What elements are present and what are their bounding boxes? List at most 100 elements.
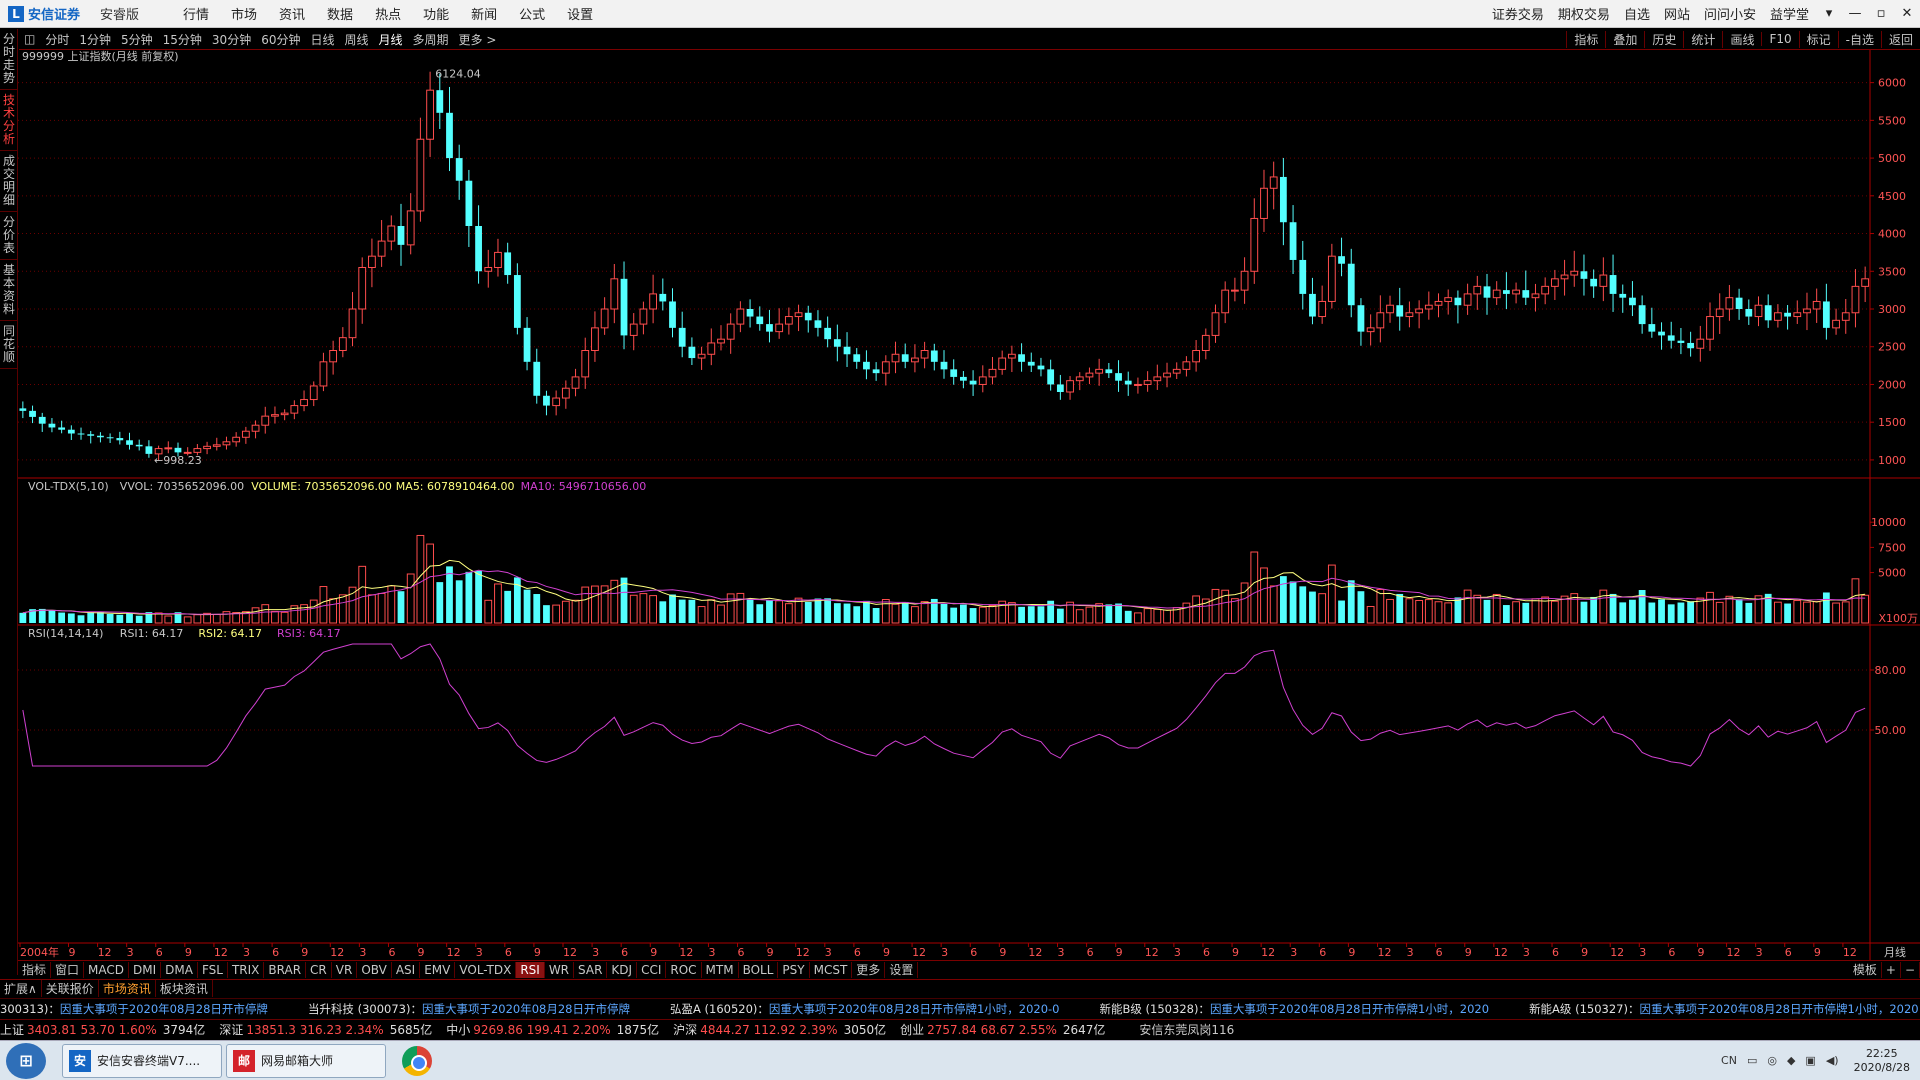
news-ticker[interactable]: 300313)：因重大事项于2020年08月28日开市停牌 当升科技 (30007… [0, 998, 1920, 1018]
indicator-tab-22[interactable]: PSY [778, 961, 810, 978]
indicator-tab-18[interactable]: CCI [637, 961, 667, 978]
period-more[interactable]: 更多 > [454, 31, 502, 48]
indicator-tab-1[interactable]: 窗口 [51, 961, 85, 978]
tool-indicator[interactable]: 指标 [1566, 30, 1605, 48]
news-item[interactable]: 300313)：因重大事项于2020年08月28日开市停牌 [0, 1002, 268, 1016]
indicator-tab-12[interactable]: EMV [420, 961, 456, 978]
restore-icon[interactable]: ▫ [1868, 6, 1894, 21]
news-item[interactable]: 当升科技 (300073)：因重大事项于2020年08月28日开市停牌 [308, 1002, 630, 1016]
indicator-tab-6[interactable]: TRIX [228, 961, 265, 978]
template-button[interactable]: 模板 [1849, 961, 1882, 978]
period-weekly[interactable]: 周线 [340, 31, 374, 48]
minimize-icon[interactable]: — [1842, 6, 1868, 21]
period-monthly[interactable]: 月线 [374, 31, 408, 48]
indicator-tab-5[interactable]: FSL [198, 961, 228, 978]
side-tab-intraday[interactable]: 分时走势 [0, 29, 18, 90]
indicator-tab-4[interactable]: DMA [161, 961, 198, 978]
period-daily[interactable]: 日线 [305, 31, 339, 48]
taskbar-app-mail[interactable]: 邮 网易邮箱大师 [226, 1043, 386, 1078]
keyboard-icon[interactable]: ▭ [1747, 1054, 1757, 1067]
indicator-tab-9[interactable]: VR [332, 961, 358, 978]
menu-info[interactable]: 资讯 [268, 4, 316, 23]
period-1min[interactable]: 1分钟 [74, 31, 116, 48]
chrome-icon[interactable] [402, 1045, 432, 1076]
menu-news[interactable]: 新闻 [460, 4, 508, 23]
menu-securities-trading[interactable]: 证券交易 [1485, 4, 1551, 23]
period-intraday[interactable]: 分时 [40, 31, 74, 48]
period-60min[interactable]: 60分钟 [256, 31, 305, 48]
side-tab-profile[interactable]: 基本资料 [0, 260, 18, 321]
news-item[interactable]: 弘盈A (160520)：因重大事项于2020年08月28日开市停牌1小时，20… [670, 1002, 1060, 1016]
period-multi[interactable]: 多周期 [408, 31, 454, 48]
menu-formula[interactable]: 公式 [508, 4, 556, 23]
indicator-tab-2[interactable]: MACD [84, 961, 130, 978]
tab-expand[interactable]: 扩展∧ [0, 980, 42, 997]
indicator-tab-7[interactable]: BRAR [264, 961, 307, 978]
volume-icon[interactable]: ◀) [1826, 1054, 1839, 1067]
tab-market-news[interactable]: 市场资讯 [99, 980, 156, 997]
tab-related-quotes[interactable]: 关联报价 [42, 980, 99, 997]
tool-overlay[interactable]: 叠加 [1605, 30, 1644, 48]
news-item[interactable]: 新能A级 (150327)：因重大事项于2020年08月28日开市停牌1小时，2… [1529, 1002, 1919, 1016]
close-icon[interactable]: ✕ [1894, 6, 1920, 21]
period-15min[interactable]: 15分钟 [158, 31, 207, 48]
news-item[interactable]: 新能B级 (150328)：因重大事项于2020年08月28日开市停牌1小时，2… [1100, 1002, 1490, 1016]
tool-history[interactable]: 历史 [1644, 30, 1683, 48]
indicator-tab-11[interactable]: ASI [392, 961, 421, 978]
security-icon[interactable]: ◆ [1787, 1054, 1795, 1067]
indicator-tab-24[interactable]: 更多 [852, 961, 886, 978]
tool-statistics[interactable]: 统计 [1683, 30, 1722, 48]
period-5min[interactable]: 5分钟 [116, 31, 158, 48]
index-quote[interactable]: 创业 2757.84 68.67 2.55% 2647亿 [900, 1021, 1105, 1038]
indicator-tab-3[interactable]: DMI [129, 961, 162, 978]
indicator-tab-8[interactable]: CR [306, 961, 332, 978]
indicator-tab-21[interactable]: BOLL [739, 961, 779, 978]
tool-drawing[interactable]: 画线 [1722, 30, 1761, 48]
side-tab-trades[interactable]: 成交明细 [0, 151, 18, 212]
index-quote[interactable]: 上证 3403.81 53.70 1.60% 3794亿 [0, 1021, 205, 1038]
start-button[interactable]: ⊞ [6, 1042, 46, 1079]
menu-learning[interactable]: 益学堂 [1763, 4, 1816, 23]
ime-icon[interactable]: ◎ [1767, 1054, 1777, 1067]
indicator-tab-20[interactable]: MTM [702, 961, 739, 978]
index-quote[interactable]: 深证 13851.3 316.23 2.34% 5685亿 [219, 1021, 432, 1038]
menu-data[interactable]: 数据 [316, 4, 364, 23]
tool-remove-watchlist[interactable]: -自选 [1837, 30, 1881, 48]
indicator-tab-15[interactable]: WR [545, 961, 575, 978]
indicator-tab-25[interactable]: 设置 [885, 961, 919, 978]
side-tab-tonghuashun[interactable]: 同花顺 [0, 321, 18, 369]
shirt-icon[interactable]: ▾ [1816, 6, 1842, 21]
menu-ask-assistant[interactable]: 问问小安 [1697, 4, 1763, 23]
zoom-out-icon[interactable]: − [1901, 961, 1920, 978]
chart-area[interactable]: 1000 1500 2000 2500 3000 3500 4000 4500 5000 5500… [18, 50, 1920, 960]
indicator-tab-16[interactable]: SAR [574, 961, 608, 978]
menu-hotspot[interactable]: 热点 [364, 4, 412, 23]
tool-f10[interactable]: F10 [1761, 32, 1798, 46]
indicator-tab-19[interactable]: ROC [666, 961, 702, 978]
side-tab-price-table[interactable]: 分价表 [0, 212, 18, 260]
tool-mark[interactable]: 标记 [1798, 30, 1838, 48]
tool-back[interactable]: 返回 [1880, 30, 1920, 48]
tab-sector-news[interactable]: 板块资讯 [156, 980, 213, 997]
taskbar-app-anxin[interactable]: 安 安信安睿终端V7.... [62, 1043, 222, 1078]
menu-quotes[interactable]: 行情 [172, 4, 220, 23]
menu-watchlist[interactable]: 自选 [1617, 4, 1657, 23]
indicator-tab-13[interactable]: VOL-TDX [455, 961, 517, 978]
menu-market[interactable]: 市场 [220, 4, 268, 23]
panel-toggle-icon[interactable]: ◫ [19, 32, 40, 46]
menu-website[interactable]: 网站 [1657, 4, 1697, 23]
indicator-tab-10[interactable]: OBV [357, 961, 392, 978]
period-30min[interactable]: 30分钟 [207, 31, 256, 48]
side-tab-technical[interactable]: 技术分析 [0, 90, 18, 151]
menu-settings[interactable]: 设置 [556, 4, 604, 23]
index-quote[interactable]: 中小 9269.86 199.41 2.20% 1875亿 [446, 1021, 659, 1038]
menu-function[interactable]: 功能 [412, 4, 460, 23]
indicator-tab-23[interactable]: MCST [810, 961, 853, 978]
indicator-tab-0[interactable]: 指标 [18, 961, 52, 978]
zoom-in-icon[interactable]: + [1882, 961, 1901, 978]
indicator-tab-17[interactable]: KDJ [607, 961, 638, 978]
menu-options-trading[interactable]: 期权交易 [1551, 4, 1617, 23]
input-language-indicator[interactable]: CN [1721, 1054, 1737, 1067]
clock[interactable]: 22:25 2020/8/28 [1854, 1047, 1910, 1075]
indicator-tab-14[interactable]: RSI [516, 961, 545, 978]
